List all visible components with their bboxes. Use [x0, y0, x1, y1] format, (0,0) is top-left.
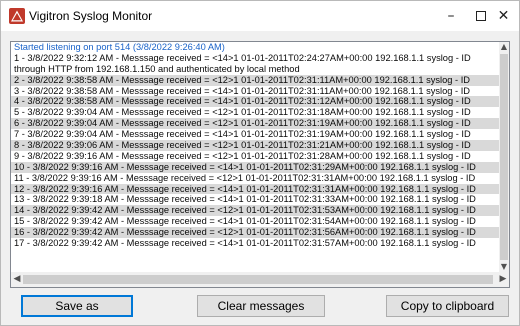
- clear-messages-button[interactable]: Clear messages: [197, 295, 325, 317]
- log-rows: Started listening on port 514 (3/8/2022 …: [11, 42, 499, 272]
- log-row[interactable]: 11 - 3/8/2022 9:39:16 AM - Messsage rece…: [11, 173, 499, 184]
- scroll-up-icon[interactable]: ▲: [499, 42, 509, 52]
- scroll-down-icon[interactable]: ▼: [499, 262, 509, 272]
- close-button[interactable]: ✕: [488, 1, 519, 31]
- log-row[interactable]: 7 - 3/8/2022 9:39:04 AM - Messsage recei…: [11, 129, 499, 140]
- horizontal-scroll-thumb[interactable]: [23, 275, 493, 284]
- window-title: Vigitron Syslog Monitor: [29, 9, 153, 23]
- vertical-scroll-thumb[interactable]: [500, 54, 508, 260]
- log-row[interactable]: 6 - 3/8/2022 9:39:04 AM - Messsage recei…: [11, 118, 499, 130]
- log-row[interactable]: through HTTP from 192.168.1.150 and auth…: [11, 64, 499, 75]
- scroll-left-icon[interactable]: ◀: [11, 272, 23, 287]
- log-row[interactable]: 8 - 3/8/2022 9:39:06 AM - Messsage recei…: [11, 140, 499, 151]
- warning-triangle-icon: [9, 8, 25, 24]
- log-row[interactable]: 5 - 3/8/2022 9:39:04 AM - Messsage recei…: [11, 107, 499, 118]
- title-bar[interactable]: Vigitron Syslog Monitor – ✕: [1, 1, 519, 31]
- log-row[interactable]: 14 - 3/8/2022 9:39:42 AM - Messsage rece…: [11, 205, 499, 217]
- log-row[interactable]: 4 - 3/8/2022 9:38:58 AM - Messsage recei…: [11, 96, 499, 108]
- log-row[interactable]: 9 - 3/8/2022 9:39:16 AM - Messsage recei…: [11, 151, 499, 162]
- horizontal-scrollbar[interactable]: ◀ ▶: [11, 272, 509, 287]
- copy-to-clipboard-button[interactable]: Copy to clipboard: [386, 295, 509, 317]
- log-row[interactable]: 16 - 3/8/2022 9:39:42 AM - Messsage rece…: [11, 227, 499, 239]
- log-row[interactable]: 15 - 3/8/2022 9:39:42 AM - Messsage rece…: [11, 216, 499, 227]
- save-as-button[interactable]: Save as: [21, 295, 133, 317]
- log-row[interactable]: 17 - 3/8/2022 9:39:42 AM - Messsage rece…: [11, 238, 499, 249]
- log-row[interactable]: 10 - 3/8/2022 9:39:16 AM - Messsage rece…: [11, 161, 499, 173]
- message-log[interactable]: Started listening on port 514 (3/8/2022 …: [10, 41, 510, 288]
- vertical-scrollbar[interactable]: ▲ ▼: [499, 42, 509, 272]
- log-row[interactable]: 1 - 3/8/2022 9:32:12 AM - Messsage recei…: [11, 53, 499, 64]
- maximize-icon: [476, 11, 486, 21]
- log-row[interactable]: 13 - 3/8/2022 9:39:18 AM - Messsage rece…: [11, 194, 499, 205]
- log-row[interactable]: 3 - 3/8/2022 9:38:58 AM - Messsage recei…: [11, 86, 499, 97]
- scroll-right-icon[interactable]: ▶: [497, 272, 509, 287]
- listening-status-line[interactable]: Started listening on port 514 (3/8/2022 …: [11, 42, 499, 53]
- main-window: Vigitron Syslog Monitor – ✕ Started list…: [0, 0, 520, 326]
- log-row[interactable]: 12 - 3/8/2022 9:39:16 AM - Messsage rece…: [11, 183, 499, 195]
- log-row[interactable]: 2 - 3/8/2022 9:38:58 AM - Messsage recei…: [11, 74, 499, 86]
